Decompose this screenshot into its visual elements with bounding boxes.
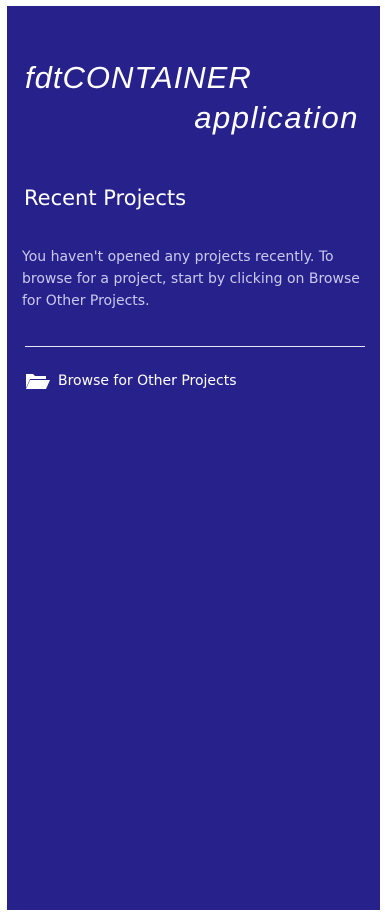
recent-projects-hint: You haven't opened any projects recently… — [22, 249, 360, 309]
recent-projects-title: Recent Projects — [24, 186, 187, 210]
divider — [25, 346, 365, 347]
app-logo: fdtCONTAINER application — [25, 60, 365, 136]
logo-line-1: fdtCONTAINER — [25, 60, 252, 95]
browse-other-projects-label: Browse for Other Projects — [58, 373, 237, 389]
start-panel: fdtCONTAINER application Recent Projects… — [7, 6, 380, 910]
folder-open-icon — [25, 372, 51, 390]
logo-line-2: application — [194, 100, 359, 135]
browse-other-projects-link[interactable]: Browse for Other Projects — [25, 372, 237, 390]
